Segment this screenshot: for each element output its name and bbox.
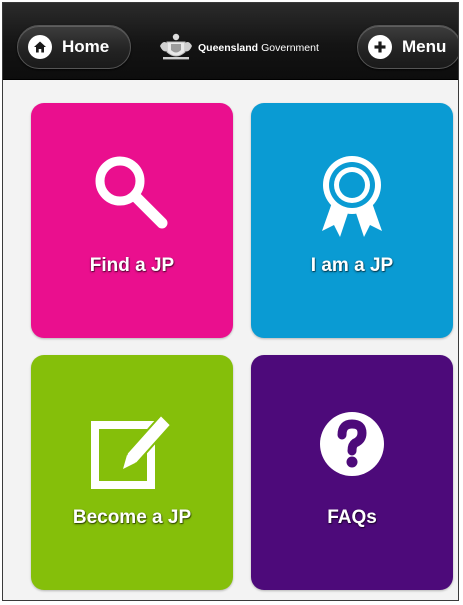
award-ribbon-icon (322, 156, 382, 237)
tile-label: I am a JP (310, 255, 394, 276)
home-button[interactable]: Home (17, 25, 131, 69)
question-mark-icon (320, 412, 384, 476)
tile-label: Find a JP (89, 255, 175, 276)
tile-label: Become a JP (72, 507, 192, 528)
queensland-government-logo: Queensland Government (159, 30, 319, 66)
tile-label: FAQs (327, 507, 377, 528)
menu-button[interactable]: Menu (357, 25, 458, 69)
home-label: Home (62, 37, 110, 56)
edit-pencil-icon (91, 413, 173, 489)
home-icon (28, 35, 52, 59)
search-icon (95, 156, 168, 229)
top-bar: Home Queensland Government Menu (3, 3, 458, 80)
i-am-a-jp-tile[interactable]: I am a JP (251, 103, 453, 338)
become-a-jp-tile[interactable]: Become a JP (31, 355, 233, 590)
faqs-tile[interactable]: FAQs (251, 355, 453, 590)
crest-icon (159, 32, 193, 65)
plus-icon (368, 35, 392, 59)
brand-name-regular: Government (261, 42, 319, 54)
app-frame: Home Queensland Government Menu Find a J… (2, 2, 459, 601)
brand-name-bold: Queensland (198, 42, 259, 54)
menu-label: Menu (402, 37, 447, 56)
find-a-jp-tile[interactable]: Find a JP (31, 103, 233, 338)
